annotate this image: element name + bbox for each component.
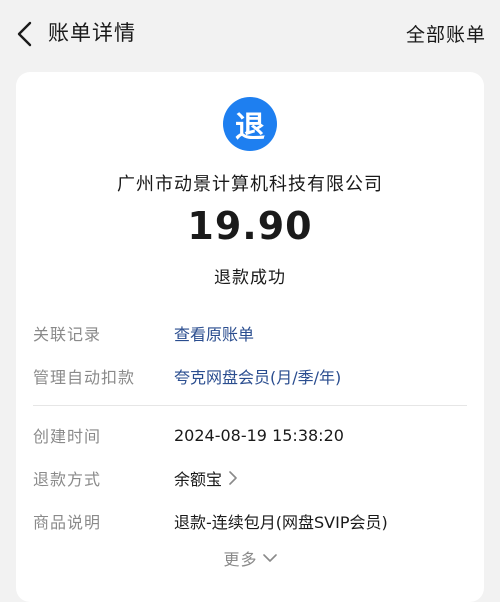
merchant-name: 广州市动景计算机科技有限公司 [117, 174, 383, 195]
refund-method-value: 余额宝 [174, 470, 223, 489]
created-time-value: 2024-08-19 15:38:20 [174, 425, 344, 445]
refund-icon: 退 [223, 97, 277, 151]
page-title: 账单详情 [48, 21, 136, 45]
detail-label: 商品说明 [33, 513, 102, 532]
refund-method-link[interactable]: 余额宝 [174, 466, 238, 490]
detail-row-product-description: 商品说明 退款-连续包月(网盘SVIP会员) [33, 506, 473, 536]
product-description-value: 退款-连续包月(网盘SVIP会员) [174, 513, 388, 532]
chevron-right-icon [229, 471, 237, 485]
more-button[interactable]: 更多 [16, 546, 484, 570]
refund-amount: 19.90 [187, 204, 313, 248]
detail-label: 退款方式 [33, 470, 102, 489]
detail-row-auto-deduction: 管理自动扣款 夸克网盘会员(月/季/年) [33, 361, 473, 391]
bill-detail-card: 退 广州市动景计算机科技有限公司 19.90 退款成功 关联记录 查看原账单 管… [16, 72, 484, 602]
detail-row-created-time: 创建时间 2024-08-19 15:38:20 [33, 420, 473, 450]
detail-label: 关联记录 [33, 325, 102, 344]
auto-deduction-link[interactable]: 夸克网盘会员(月/季/年) [174, 364, 341, 388]
refund-icon-glyph: 退 [235, 110, 265, 145]
section-divider [33, 405, 467, 406]
back-arrow-icon [17, 21, 32, 47]
detail-row-refund-method: 退款方式 余额宝 [33, 463, 473, 493]
detail-label: 管理自动扣款 [33, 368, 136, 387]
view-original-bill-link[interactable]: 查看原账单 [174, 321, 254, 345]
detail-row-related-record: 关联记录 查看原账单 [33, 318, 473, 348]
chevron-down-icon [262, 554, 277, 562]
detail-label: 创建时间 [33, 427, 102, 446]
more-label: 更多 [223, 550, 258, 569]
all-bills-link[interactable]: 全部账单 [406, 20, 486, 47]
back-button[interactable] [14, 20, 38, 48]
refund-status: 退款成功 [214, 268, 286, 288]
nav-header: 账单详情 全部账单 [0, 0, 500, 66]
